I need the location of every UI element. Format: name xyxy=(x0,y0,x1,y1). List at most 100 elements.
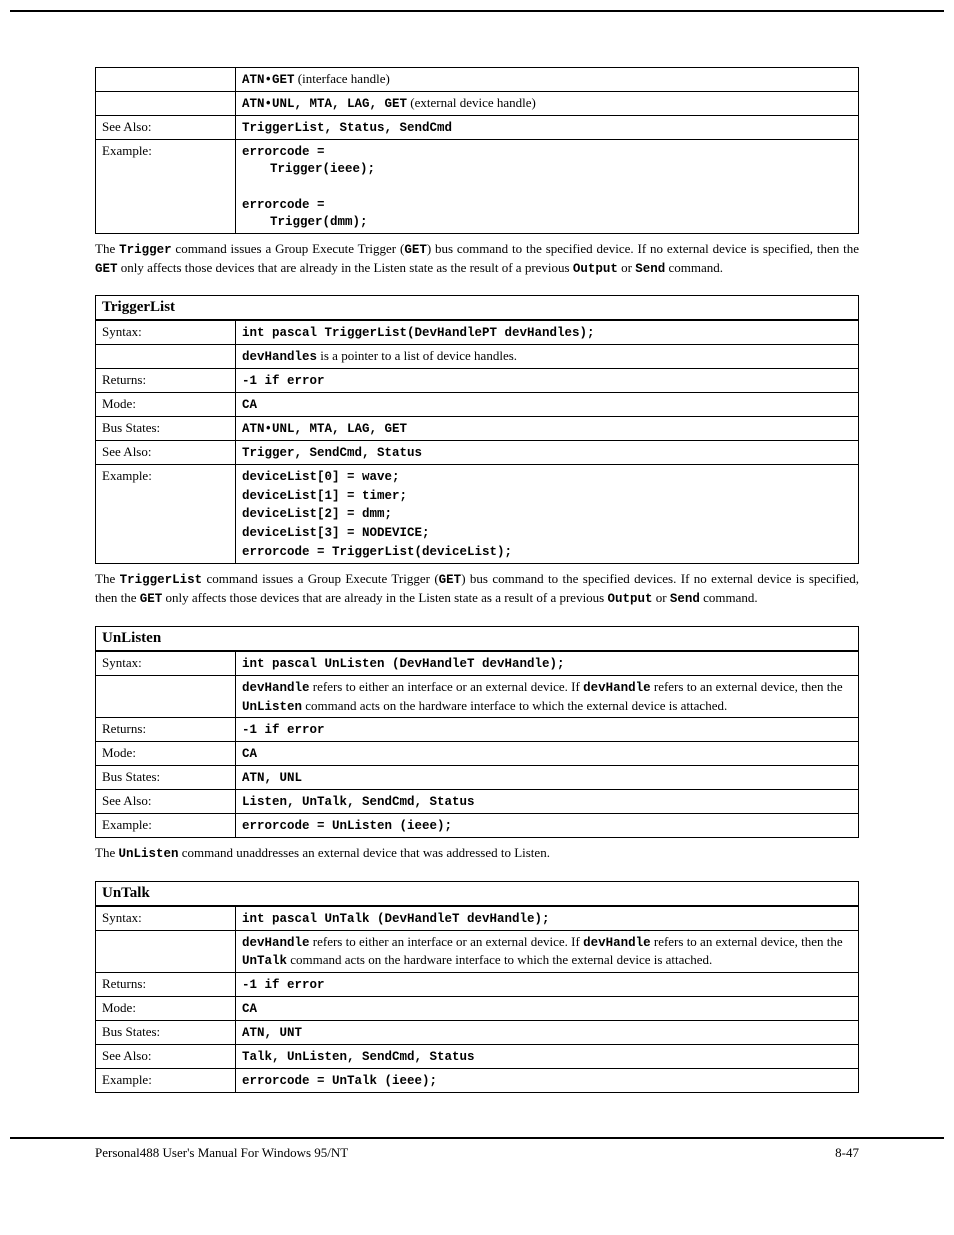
syntax-val: int pascal TriggerList(DevHandlePT devHa… xyxy=(242,326,595,340)
syntax-label: Syntax: xyxy=(96,651,236,675)
table-row: Syntax: int pascal TriggerList(DevHandle… xyxy=(96,321,859,345)
p2-a: The xyxy=(95,571,120,586)
p3-a: The xyxy=(95,845,118,860)
example-label: Example: xyxy=(96,813,236,837)
table-row: Returns: -1 if error xyxy=(96,718,859,742)
devh-t: is a pointer to a list of device handles… xyxy=(317,348,517,363)
returns-label: Returns: xyxy=(96,973,236,997)
trigger-paragraph: The Trigger command issues a Group Execu… xyxy=(95,240,859,278)
triggerlist-heading: TriggerList xyxy=(95,295,859,320)
bus-label: Bus States: xyxy=(96,1021,236,1045)
mode-label: Mode: xyxy=(96,997,236,1021)
p1-i: or xyxy=(618,260,635,275)
see-also-val: Talk, UnListen, SendCmd, Status xyxy=(242,1050,475,1064)
returns-label: Returns: xyxy=(96,718,236,742)
returns-label: Returns: xyxy=(96,369,236,393)
table-row: Mode: CA xyxy=(96,997,859,1021)
syntax-val: int pascal UnListen (DevHandleT devHandl… xyxy=(242,657,565,671)
dev-b: devHandle xyxy=(242,936,310,950)
ex-l5: errorcode = TriggerList(deviceList); xyxy=(242,545,512,559)
table-row: See Also: Trigger, SendCmd, Status xyxy=(96,440,859,464)
table-row: See Also: TriggerList, Status, SendCmd xyxy=(96,115,859,139)
table-row: Example: deviceList[0] = wave; deviceLis… xyxy=(96,464,859,563)
see-also-val: Trigger, SendCmd, Status xyxy=(242,446,422,460)
table-row: Mode: CA xyxy=(96,393,859,417)
p2-b: TriggerList xyxy=(120,573,203,587)
p2-h: Output xyxy=(608,592,653,606)
ex-l2: deviceList[1] = timer; xyxy=(242,489,407,503)
dev-b2: devHandle xyxy=(583,936,651,950)
p2-c: command issues a Group Execute Trigger ( xyxy=(202,571,439,586)
mode-label: Mode: xyxy=(96,393,236,417)
table-row: Bus States: ATN, UNT xyxy=(96,1021,859,1045)
syntax-label: Syntax: xyxy=(96,321,236,345)
p2-i: or xyxy=(653,590,670,605)
untalk-heading: UnTalk xyxy=(95,881,859,906)
table-row: See Also: Listen, UnTalk, SendCmd, Statu… xyxy=(96,790,859,814)
p1-g: only affects those devices that are alre… xyxy=(118,260,573,275)
dev-t1: refers to either an interface or an exte… xyxy=(310,934,584,949)
page-footer: Personal488 User's Manual For Windows 95… xyxy=(10,1137,944,1161)
p1-a: The xyxy=(95,241,119,256)
dev-t3: command acts on the hardware interface t… xyxy=(287,952,712,967)
p1-d: GET xyxy=(404,243,427,257)
bus-val1a: ATN•GET xyxy=(242,73,295,87)
dev-t2: refers to an external device, then the xyxy=(651,934,843,949)
p2-g: only affects those devices that are alre… xyxy=(162,590,607,605)
ex2b: Trigger(dmm); xyxy=(242,214,852,231)
footer-left: Personal488 User's Manual For Windows 95… xyxy=(95,1145,348,1161)
untalk-table: Syntax: int pascal UnTalk (DevHandleT de… xyxy=(95,906,859,1093)
table-row: Returns: -1 if error xyxy=(96,369,859,393)
p2-j: Send xyxy=(670,592,700,606)
p1-c: command issues a Group Execute Trigger ( xyxy=(172,241,405,256)
p1-j: Send xyxy=(635,262,665,276)
table-row: Returns: -1 if error xyxy=(96,973,859,997)
p3-c: command unaddresses an external device t… xyxy=(178,845,549,860)
table-row: Example: errorcode = UnListen (ieee); xyxy=(96,813,859,837)
dev-t2: refers to an external device, then the xyxy=(651,679,843,694)
see-also-label: See Also: xyxy=(96,440,236,464)
syntax-val: int pascal UnTalk (DevHandleT devHandle)… xyxy=(242,912,550,926)
bus-label: Bus States: xyxy=(96,416,236,440)
footer-right: 8-47 xyxy=(835,1145,859,1161)
p2-f: GET xyxy=(140,592,163,606)
p1-k: command. xyxy=(665,260,723,275)
table-row: devHandle refers to either an interface … xyxy=(96,675,859,718)
returns-val: -1 if error xyxy=(242,723,325,737)
returns-val: -1 if error xyxy=(242,374,325,388)
dev-b: devHandle xyxy=(242,681,310,695)
dev-t3: command acts on the hardware interface t… xyxy=(302,698,727,713)
table-row: Syntax: int pascal UnListen (DevHandleT … xyxy=(96,651,859,675)
triggerlist-table: Syntax: int pascal TriggerList(DevHandle… xyxy=(95,320,859,564)
dev-b3: UnListen xyxy=(242,700,302,714)
table-row: devHandle refers to either an interface … xyxy=(96,930,859,973)
trigger-table-cont: ATN•GET (interface handle) ATN•UNL, MTA,… xyxy=(95,67,859,234)
see-also-label: See Also: xyxy=(96,1044,236,1068)
mode-val: CA xyxy=(242,747,257,761)
ex-val: errorcode = UnListen (ieee); xyxy=(242,819,452,833)
p2-k: command. xyxy=(700,590,758,605)
bus-val2a: ATN•UNL, MTA, LAG, GET xyxy=(242,97,407,111)
devh-b: devHandles xyxy=(242,350,317,364)
bus-val: ATN, UNL xyxy=(242,771,302,785)
mode-label: Mode: xyxy=(96,742,236,766)
ex1b: Trigger(ieee); xyxy=(242,161,852,178)
table-row: ATN•GET (interface handle) xyxy=(96,68,859,92)
dev-b3: UnTalk xyxy=(242,954,287,968)
see-also-label: See Also: xyxy=(96,115,236,139)
unlisten-table: Syntax: int pascal UnListen (DevHandleT … xyxy=(95,651,859,838)
example-label: Example: xyxy=(96,464,236,563)
ex-l1: deviceList[0] = wave; xyxy=(242,470,400,484)
table-row: Example: errorcode = Trigger(ieee); erro… xyxy=(96,139,859,233)
table-row: devHandles is a pointer to a list of dev… xyxy=(96,345,859,369)
dev-t1: refers to either an interface or an exte… xyxy=(310,679,584,694)
unlisten-paragraph: The UnListen command unaddresses an exte… xyxy=(95,844,859,863)
bus-val: ATN, UNT xyxy=(242,1026,302,1040)
p1-b: Trigger xyxy=(119,243,172,257)
table-row: ATN•UNL, MTA, LAG, GET (external device … xyxy=(96,91,859,115)
syntax-label: Syntax: xyxy=(96,906,236,930)
returns-val: -1 if error xyxy=(242,978,325,992)
triggerlist-paragraph: The TriggerList command issues a Group E… xyxy=(95,570,859,608)
ex-l4: deviceList[3] = NODEVICE; xyxy=(242,526,430,540)
bus-val1b: (interface handle) xyxy=(295,71,390,86)
